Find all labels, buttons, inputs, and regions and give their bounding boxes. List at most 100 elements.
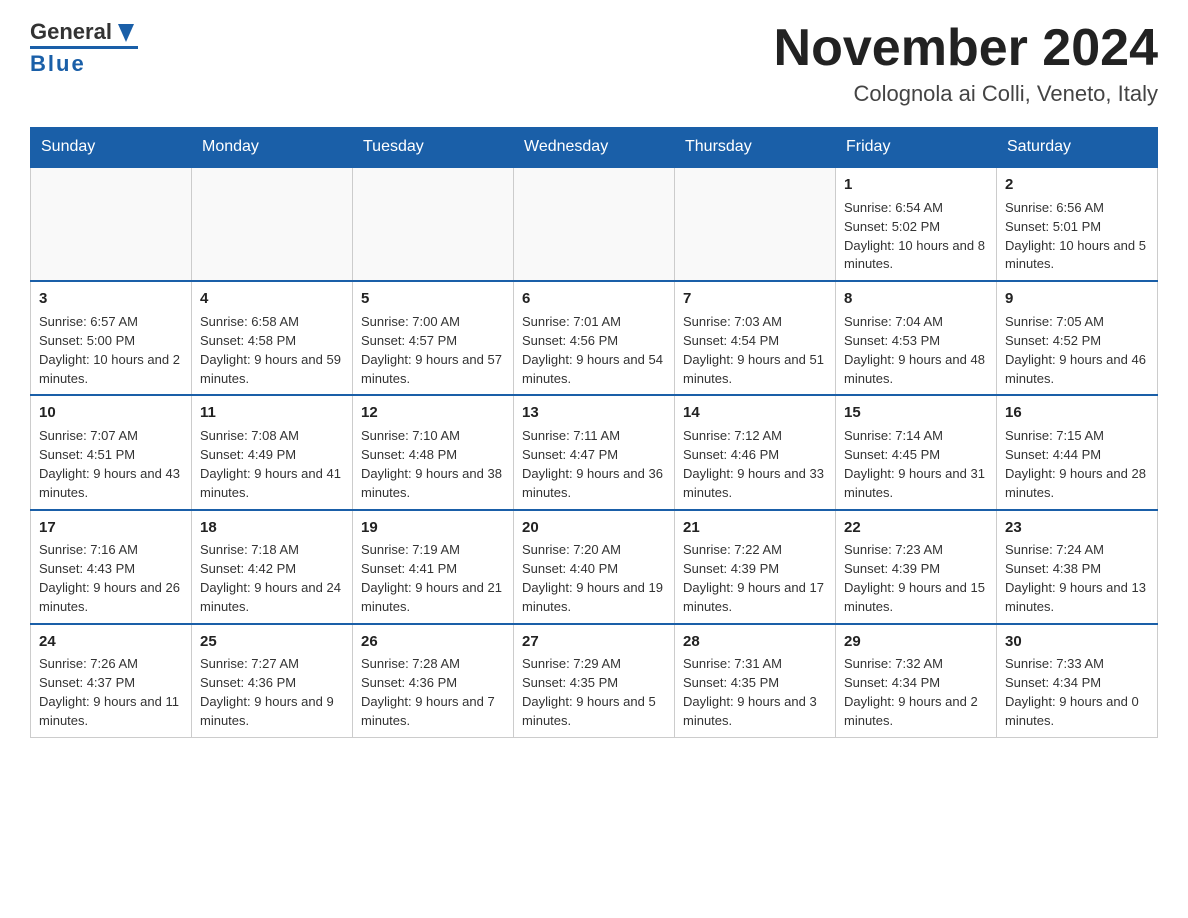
title-section: November 2024 Colognola ai Colli, Veneto… (774, 20, 1158, 107)
day-info: Sunset: 4:46 PM (683, 446, 827, 465)
day-number: 30 (1005, 631, 1149, 653)
day-info: Sunrise: 7:31 AM (683, 655, 827, 674)
day-number: 26 (361, 631, 505, 653)
week-row-1: 1 Sunrise: 6:54 AMSunset: 5:02 PMDaylight… (31, 167, 1158, 281)
column-header-friday: Friday (836, 128, 997, 168)
day-info: Daylight: 9 hours and 33 minutes. (683, 465, 827, 503)
day-info: Sunset: 4:36 PM (361, 674, 505, 693)
column-header-wednesday: Wednesday (514, 128, 675, 168)
day-number: 13 (522, 402, 666, 424)
day-info: Daylight: 10 hours and 8 minutes. (844, 237, 988, 275)
day-info: Daylight: 9 hours and 15 minutes. (844, 579, 988, 617)
day-info: Sunrise: 7:15 AM (1005, 427, 1149, 446)
day-info: Daylight: 9 hours and 36 minutes. (522, 465, 666, 503)
day-info: Daylight: 9 hours and 24 minutes. (200, 579, 344, 617)
day-number: 9 (1005, 288, 1149, 310)
day-info: Daylight: 9 hours and 3 minutes. (683, 693, 827, 731)
day-info: Sunrise: 7:08 AM (200, 427, 344, 446)
calendar-cell: 4Sunrise: 6:58 AMSunset: 4:58 PMDaylight… (192, 281, 353, 395)
day-number: 24 (39, 631, 183, 653)
day-info: Sunset: 4:45 PM (844, 446, 988, 465)
day-info: Sunrise: 7:19 AM (361, 541, 505, 560)
day-number: 1 (844, 174, 988, 196)
day-info: Sunset: 4:57 PM (361, 332, 505, 351)
day-info: Sunrise: 6:56 AM (1005, 199, 1149, 218)
day-number: 8 (844, 288, 988, 310)
day-info: Sunrise: 6:54 AM (844, 199, 988, 218)
day-info: Sunset: 4:35 PM (683, 674, 827, 693)
day-info: Daylight: 9 hours and 43 minutes. (39, 465, 183, 503)
day-info: Sunset: 4:39 PM (844, 560, 988, 579)
day-info: Sunrise: 7:05 AM (1005, 313, 1149, 332)
calendar-cell: 7Sunrise: 7:03 AMSunset: 4:54 PMDaylight… (675, 281, 836, 395)
day-info: Daylight: 9 hours and 26 minutes. (39, 579, 183, 617)
calendar-cell: 20Sunrise: 7:20 AMSunset: 4:40 PMDayligh… (514, 510, 675, 624)
column-header-thursday: Thursday (675, 128, 836, 168)
day-info: Sunset: 4:38 PM (1005, 560, 1149, 579)
day-info: Sunset: 4:47 PM (522, 446, 666, 465)
column-header-sunday: Sunday (31, 128, 192, 168)
calendar-cell: 19Sunrise: 7:19 AMSunset: 4:41 PMDayligh… (353, 510, 514, 624)
calendar-cell: 29Sunrise: 7:32 AMSunset: 4:34 PMDayligh… (836, 624, 997, 738)
calendar-cell: 12Sunrise: 7:10 AMSunset: 4:48 PMDayligh… (353, 395, 514, 509)
day-info: Sunset: 4:42 PM (200, 560, 344, 579)
day-info: Sunrise: 7:01 AM (522, 313, 666, 332)
day-info: Sunset: 4:49 PM (200, 446, 344, 465)
day-number: 11 (200, 402, 344, 424)
calendar-cell: 30Sunrise: 7:33 AMSunset: 4:34 PMDayligh… (997, 624, 1158, 738)
day-info: Daylight: 9 hours and 41 minutes. (200, 465, 344, 503)
day-number: 21 (683, 517, 827, 539)
calendar-cell: 27Sunrise: 7:29 AMSunset: 4:35 PMDayligh… (514, 624, 675, 738)
day-number: 4 (200, 288, 344, 310)
day-info: Sunrise: 7:11 AM (522, 427, 666, 446)
week-row-4: 17Sunrise: 7:16 AMSunset: 4:43 PMDayligh… (31, 510, 1158, 624)
day-info: Sunset: 4:35 PM (522, 674, 666, 693)
day-info: Sunrise: 7:29 AM (522, 655, 666, 674)
column-header-monday: Monday (192, 128, 353, 168)
calendar-cell: 21Sunrise: 7:22 AMSunset: 4:39 PMDayligh… (675, 510, 836, 624)
calendar-cell: 13 Sunrise: 7:11 AMSunset: 4:47 PMDayligh… (514, 395, 675, 509)
calendar-cell: 10Sunrise: 7:07 AMSunset: 4:51 PMDayligh… (31, 395, 192, 509)
day-info: Sunrise: 7:24 AM (1005, 541, 1149, 560)
calendar-cell: 28Sunrise: 7:31 AMSunset: 4:35 PMDayligh… (675, 624, 836, 738)
day-number: 12 (361, 402, 505, 424)
day-info: Sunrise: 7:14 AM (844, 427, 988, 446)
day-info: Sunset: 4:41 PM (361, 560, 505, 579)
day-number: 7 (683, 288, 827, 310)
calendar-header-row: SundayMondayTuesdayWednesdayThursdayFrid… (31, 128, 1158, 168)
calendar-cell: 5Sunrise: 7:00 AMSunset: 4:57 PMDaylight… (353, 281, 514, 395)
calendar-cell: 18 Sunrise: 7:18 AMSunset: 4:42 PMDayligh… (192, 510, 353, 624)
day-info: Sunrise: 7:18 AM (200, 541, 344, 560)
day-number: 29 (844, 631, 988, 653)
day-info: Sunset: 5:01 PM (1005, 218, 1149, 237)
day-info: Sunset: 4:52 PM (1005, 332, 1149, 351)
day-info: Sunrise: 7:04 AM (844, 313, 988, 332)
calendar-cell (353, 167, 514, 281)
calendar-cell: 25Sunrise: 7:27 AMSunset: 4:36 PMDayligh… (192, 624, 353, 738)
logo: General Blue (30, 20, 138, 77)
column-header-saturday: Saturday (997, 128, 1158, 168)
calendar-cell: 2Sunrise: 6:56 AMSunset: 5:01 PMDaylight… (997, 167, 1158, 281)
calendar-cell: 9Sunrise: 7:05 AMSunset: 4:52 PMDaylight… (997, 281, 1158, 395)
day-info: Sunset: 5:02 PM (844, 218, 988, 237)
day-info: Sunset: 4:40 PM (522, 560, 666, 579)
day-info: Sunset: 4:34 PM (844, 674, 988, 693)
day-info: Daylight: 9 hours and 48 minutes. (844, 351, 988, 389)
calendar-cell: 17Sunrise: 7:16 AMSunset: 4:43 PMDayligh… (31, 510, 192, 624)
day-info: Daylight: 9 hours and 28 minutes. (1005, 465, 1149, 503)
day-info: Sunrise: 7:33 AM (1005, 655, 1149, 674)
day-info: Sunrise: 7:12 AM (683, 427, 827, 446)
calendar-cell (192, 167, 353, 281)
day-info: Daylight: 9 hours and 51 minutes. (683, 351, 827, 389)
day-info: Daylight: 9 hours and 17 minutes. (683, 579, 827, 617)
day-info: Sunrise: 7:16 AM (39, 541, 183, 560)
calendar-cell: 6Sunrise: 7:01 AMSunset: 4:56 PMDaylight… (514, 281, 675, 395)
day-number: 10 (39, 402, 183, 424)
location: Colognola ai Colli, Veneto, Italy (774, 81, 1158, 107)
day-info: Daylight: 9 hours and 54 minutes. (522, 351, 666, 389)
week-row-2: 3Sunrise: 6:57 AMSunset: 5:00 PMDaylight… (31, 281, 1158, 395)
calendar-cell: 14Sunrise: 7:12 AMSunset: 4:46 PMDayligh… (675, 395, 836, 509)
page-header: General Blue November 2024 Colognola ai … (30, 20, 1158, 107)
day-number: 18 (200, 517, 344, 539)
day-number: 23 (1005, 517, 1149, 539)
